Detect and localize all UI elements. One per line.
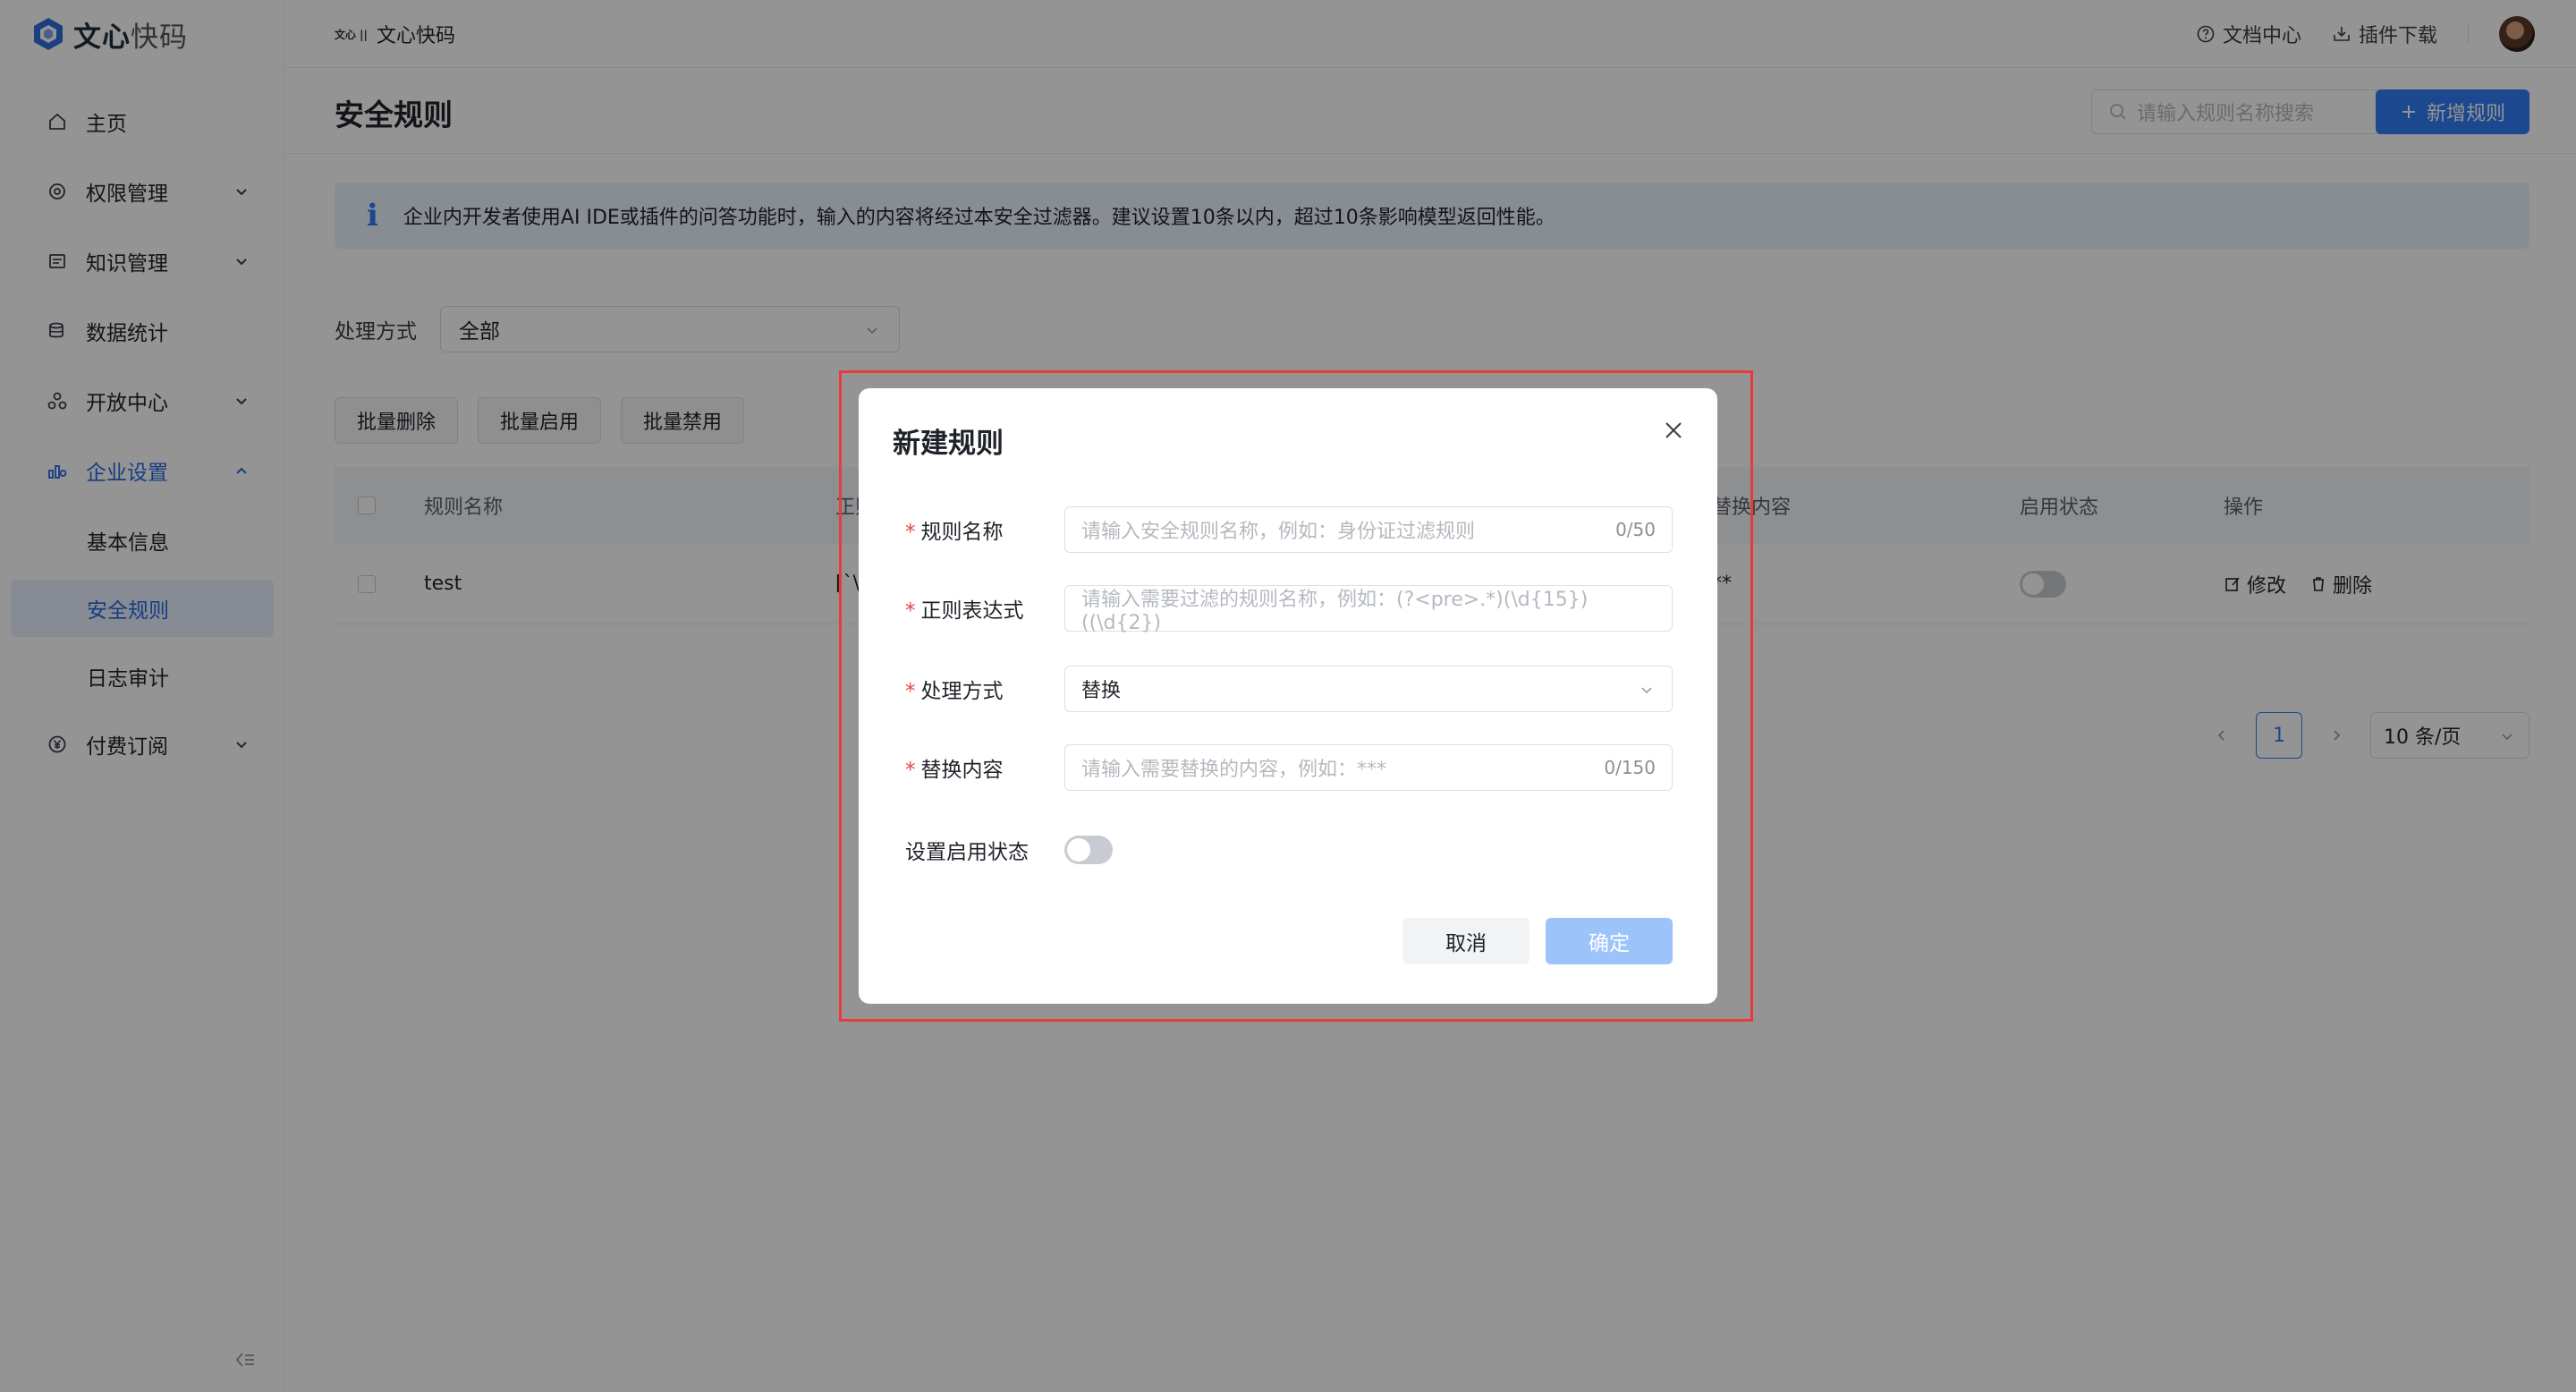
new-rule-dialog: 新建规则 * 规则名称 请输入安全规则名称，例如：身份证过滤规则 0/50 * 正则…	[859, 388, 1717, 1004]
form-row-replace: * 替换内容 请输入需要替换的内容，例如：*** 0/150	[905, 744, 1683, 791]
rule-name-placeholder: 请输入安全规则名称，例如：身份证过滤规则	[1081, 521, 1476, 543]
form-row-name: * 规则名称 请输入安全规则名称，例如：身份证过滤规则 0/50	[905, 506, 1683, 553]
dialog-title: 新建规则	[893, 428, 1004, 460]
confirm-button[interactable]: 确定	[1546, 918, 1673, 964]
required-mark: *	[905, 680, 916, 703]
replace-label: * 替换内容	[905, 752, 1066, 783]
replace-label-text: 替换内容	[920, 759, 1004, 782]
mode-label: * 处理方式	[905, 674, 1066, 704]
close-icon[interactable]	[1660, 417, 1687, 444]
replace-content-input[interactable]: 请输入需要替换的内容，例如：*** 0/150	[1064, 744, 1673, 791]
mode-select[interactable]: 替换	[1064, 666, 1673, 712]
form-row-mode: * 处理方式 替换	[905, 666, 1683, 712]
name-label-text: 规则名称	[920, 521, 1004, 544]
form-row-status: 设置启用状态	[905, 827, 1683, 873]
required-mark: *	[905, 759, 916, 782]
regex-label-text: 正则表达式	[920, 599, 1024, 623]
regex-placeholder: 请输入需要过滤的规则名称，例如：(?<pre>.*)(\d{15})((\d{2…	[1081, 588, 1589, 634]
mode-select-value: 替换	[1081, 680, 1122, 702]
rule-name-input[interactable]: 请输入安全规则名称，例如：身份证过滤规则 0/50	[1064, 506, 1673, 553]
name-label: * 规则名称	[905, 514, 1066, 545]
regex-input[interactable]: 请输入需要过滤的规则名称，例如：(?<pre>.*)(\d{15})((\d{2…	[1064, 585, 1673, 634]
required-mark: *	[905, 521, 916, 544]
app: 文心快码 主页 权限管理 知识管理 数据统计 开放中心 企业设置 基本信息 安全…	[0, 0, 2576, 1392]
replace-counter: 0/150	[1604, 757, 1656, 778]
form-row-regex: * 正则表达式 请输入需要过滤的规则名称，例如：(?<pre>.*)(\d{15}…	[905, 585, 1683, 634]
enable-status-toggle[interactable]	[1064, 836, 1113, 864]
replace-placeholder: 请输入需要替换的内容，例如：***	[1081, 759, 1387, 781]
rule-name-counter: 0/50	[1615, 519, 1656, 540]
cancel-button[interactable]: 取消	[1402, 918, 1530, 964]
required-mark: *	[905, 599, 916, 623]
mode-label-text: 处理方式	[920, 680, 1004, 703]
regex-label: * 正则表达式	[905, 593, 1066, 624]
status-label: 设置启用状态	[905, 841, 1029, 864]
chevron-down-icon	[1641, 687, 1652, 694]
